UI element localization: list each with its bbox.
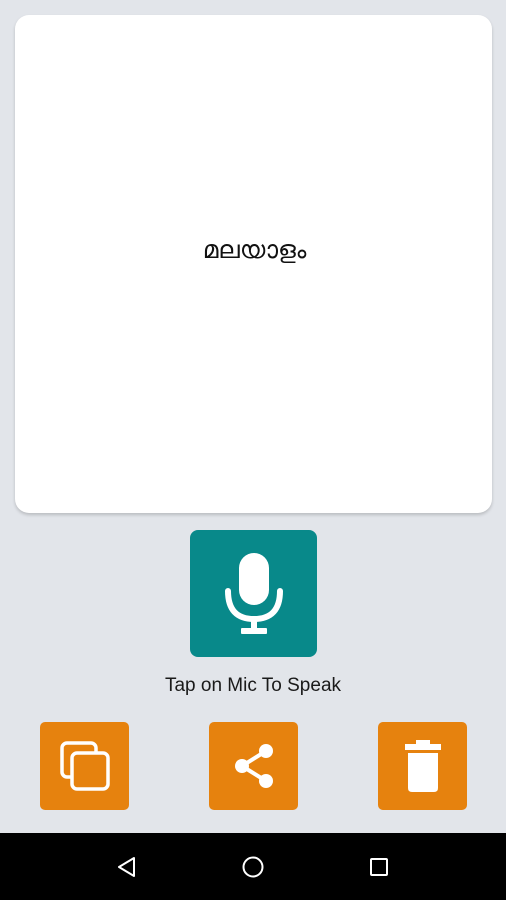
nav-home-button[interactable]	[236, 850, 270, 884]
home-icon	[242, 856, 264, 878]
recents-icon	[370, 858, 388, 876]
copy-icon	[59, 741, 110, 791]
nav-recents-button[interactable]	[362, 850, 396, 884]
microphone-icon	[224, 552, 283, 634]
share-icon	[234, 744, 273, 788]
mic-hint-text: Tap on Mic To Speak	[164, 675, 342, 696]
trash-icon	[404, 740, 441, 792]
speech-text-card: മലയാളം	[15, 15, 492, 513]
system-navigation-bar	[0, 833, 506, 900]
back-icon	[118, 857, 135, 877]
nav-back-button[interactable]	[110, 850, 144, 884]
delete-button[interactable]	[378, 722, 467, 810]
recognized-text: മലയാളം	[202, 235, 307, 264]
copy-button[interactable]	[40, 722, 129, 810]
share-button[interactable]	[209, 722, 298, 810]
mic-button[interactable]	[190, 530, 317, 657]
